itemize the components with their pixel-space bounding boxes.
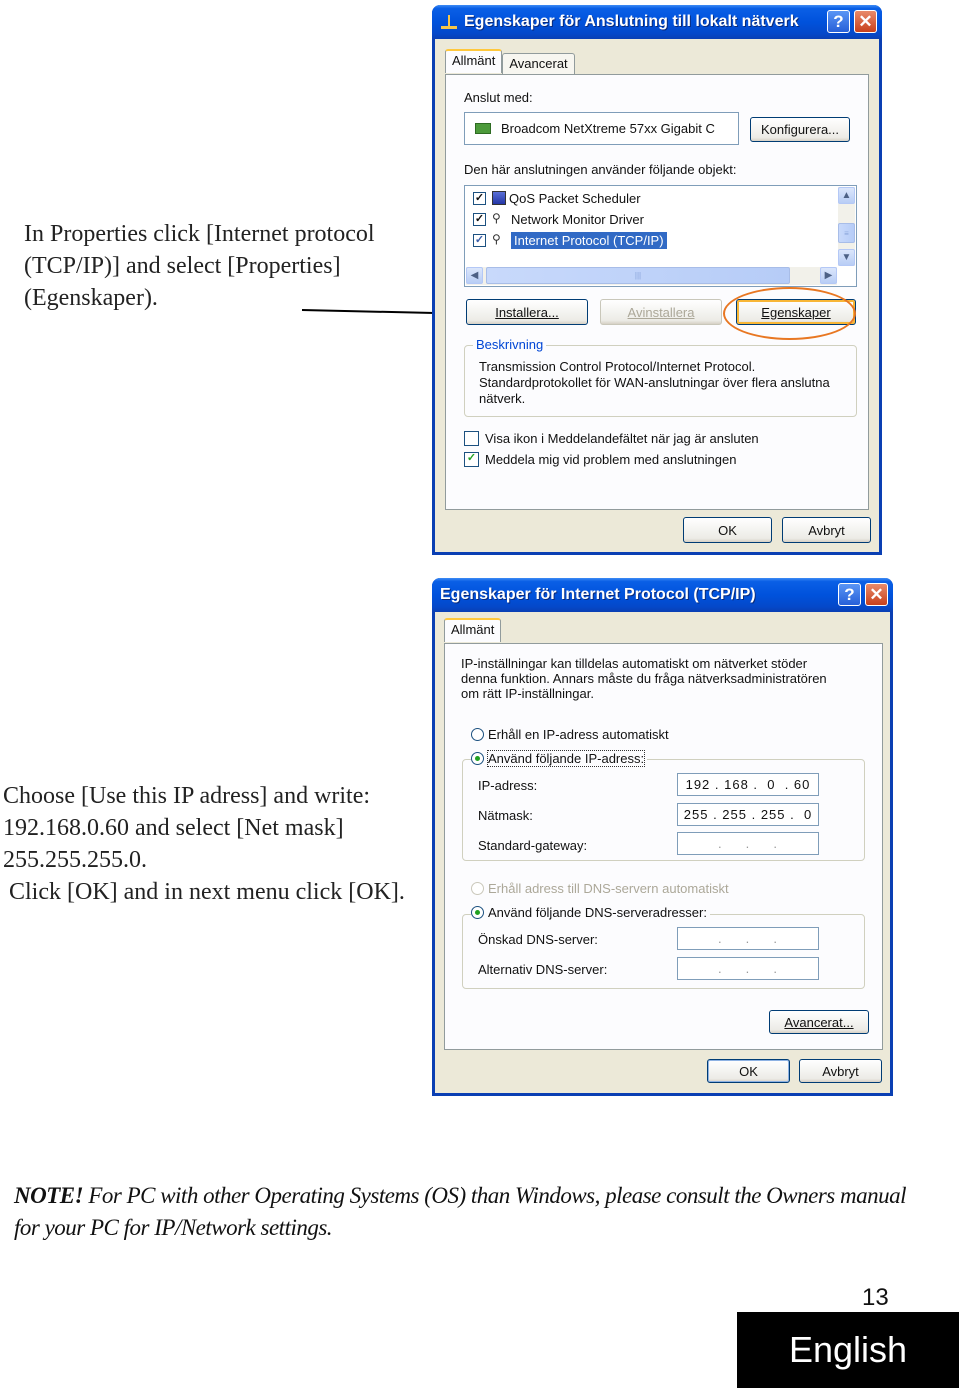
gateway-label: Standard-gateway: [478, 838, 588, 853]
qos-checkbox[interactable]: ✓ [473, 191, 486, 205]
intro-text: IP-inställningar kan tilldelas automatis… [461, 656, 827, 701]
list-item-qos[interactable]: ✓ QoS Packet Scheduler [473, 188, 641, 208]
manual-dns-radio[interactable] [471, 906, 484, 919]
help-button[interactable]: ? [827, 10, 850, 33]
horizontal-scroll-thumb[interactable]: ||| [486, 267, 790, 284]
netmask-input[interactable]: 255 . 255 . 255 . 0 [677, 803, 819, 826]
uninstall-button[interactable]: Avinstallera [600, 299, 722, 325]
list-item-network-monitor[interactable]: ✓ ⚲ Network Monitor Driver [473, 209, 644, 229]
preferred-dns-input[interactable]: . . . [677, 927, 819, 950]
vertical-scroll-thumb[interactable]: ≡ [838, 223, 855, 243]
help-button[interactable]: ? [838, 583, 861, 606]
tcpip-properties-dialog: Egenskaper för Internet Protocol (TCP/IP… [432, 578, 893, 1096]
netmon-checkbox[interactable]: ✓ [473, 212, 486, 226]
cancel-button[interactable]: Avbryt [799, 1059, 882, 1083]
network-adapter-icon [475, 123, 491, 134]
manual-ip-option[interactable]: Använd följande IP-adress: [471, 750, 648, 767]
alternate-dns-label: Alternativ DNS-server: [478, 962, 608, 977]
cancel-button[interactable]: Avbryt [782, 517, 871, 543]
connection-properties-dialog: Egenskaper för Anslutning till lokalt nä… [432, 5, 882, 555]
adapter-field: Broadcom NetXtreme 57xx Gigabit C [464, 112, 739, 145]
title-bar[interactable]: Egenskaper för Anslutning till lokalt nä… [432, 5, 882, 39]
manual-dns-option[interactable]: Använd följande DNS-serveradresser: [471, 905, 710, 920]
tab-general[interactable]: Allmänt [444, 618, 502, 642]
auto-dns-radio[interactable] [471, 882, 484, 895]
note-body: For PC with other Operating Systems (OS)… [14, 1183, 907, 1240]
ip-address-input[interactable]: 192 . 168 . 0 . 60 [677, 773, 819, 796]
connect-with-label: Anslut med: [464, 90, 533, 105]
netmask-label: Nätmask: [478, 808, 533, 823]
auto-dns-option[interactable]: Erhåll adress till DNS-servern automatis… [471, 881, 729, 896]
dialog-title: Egenskaper för Internet Protocol (TCP/IP… [440, 586, 756, 603]
alternate-dns-input[interactable]: . . . [677, 957, 819, 980]
close-button[interactable]: ✕ [854, 10, 877, 33]
list-item-tcpip[interactable]: ✓ ⚲ Internet Protocol (TCP/IP) [473, 230, 667, 250]
horizontal-scrollbar[interactable]: ◀ ||| ▶ [466, 267, 837, 285]
advanced-button[interactable]: Avancerat... [769, 1010, 869, 1034]
note-text: NOTE! For PC with other Operating System… [14, 1180, 914, 1244]
adapter-name: Broadcom NetXtreme 57xx Gigabit C [501, 121, 715, 136]
language-label: English [737, 1312, 959, 1388]
manual-ip-radio[interactable] [471, 752, 484, 765]
tab-advanced[interactable]: Avancerat [502, 53, 575, 75]
description-group: Beskrivning Transmission Control Protoco… [464, 337, 857, 417]
instruction-step-properties: In Properties click [Internet protocol (… [24, 221, 375, 311]
tcpip-checkbox[interactable]: ✓ [473, 233, 486, 247]
ok-button[interactable]: OK [707, 1059, 790, 1083]
network-protocol-icon: ⚲ [492, 232, 501, 246]
configure-button[interactable]: Konfigurera... [750, 117, 850, 142]
dialog-title: Egenskaper för Anslutning till lokalt nä… [464, 13, 799, 30]
title-bar[interactable]: Egenskaper för Internet Protocol (TCP/IP… [432, 578, 893, 612]
close-button[interactable]: ✕ [865, 583, 888, 606]
install-button[interactable]: Installera... [466, 299, 588, 325]
gateway-input[interactable]: . . . [677, 832, 819, 855]
auto-ip-radio[interactable] [471, 728, 484, 741]
ok-button[interactable]: OK [683, 517, 772, 543]
ip-address-label: IP-adress: [478, 778, 538, 793]
scroll-up-button[interactable]: ▲ [838, 187, 855, 204]
components-list[interactable]: ✓ QoS Packet Scheduler ✓ ⚲ Network Monit… [464, 185, 857, 287]
show-icon-option[interactable]: Visa ikon i Meddelandefältet när jag är … [464, 431, 759, 446]
highlight-ellipse [723, 287, 856, 340]
instruction-step-ip: Choose [Use this IP adress] and write: 1… [3, 780, 423, 908]
scroll-right-button[interactable]: ▶ [820, 267, 837, 284]
show-icon-checkbox[interactable] [464, 431, 479, 446]
vertical-scrollbar[interactable]: ▲ ≡ ▼ [838, 187, 855, 266]
general-tab-panel: IP-inställningar kan tilldelas automatis… [444, 643, 883, 1050]
components-label: Den här anslutningen använder följande o… [464, 162, 737, 177]
network-connection-icon [440, 13, 458, 31]
page-number: 13 [862, 1284, 889, 1311]
notify-checkbox[interactable]: ✓ [464, 452, 479, 467]
note-prefix: NOTE! [14, 1183, 84, 1208]
notify-option[interactable]: ✓ Meddela mig vid problem med anslutning… [464, 452, 736, 467]
tab-general[interactable]: Allmänt [445, 49, 503, 73]
scroll-left-button[interactable]: ◀ [466, 267, 483, 284]
scheduler-icon [492, 191, 506, 205]
preferred-dns-label: Önskad DNS-server: [478, 932, 598, 947]
description-text: Transmission Control Protocol/Internet P… [479, 359, 830, 406]
scroll-down-button[interactable]: ▼ [838, 249, 855, 266]
instruction-ip-text: Choose [Use this IP adress] and write: 1… [3, 783, 371, 873]
description-group-label: Beskrivning [473, 337, 547, 352]
auto-ip-option[interactable]: Erhåll en IP-adress automatiskt [471, 727, 669, 742]
network-protocol-icon: ⚲ [492, 211, 501, 225]
instruction-ok-text: Click [OK] and in next menu click [OK]. [3, 879, 405, 905]
